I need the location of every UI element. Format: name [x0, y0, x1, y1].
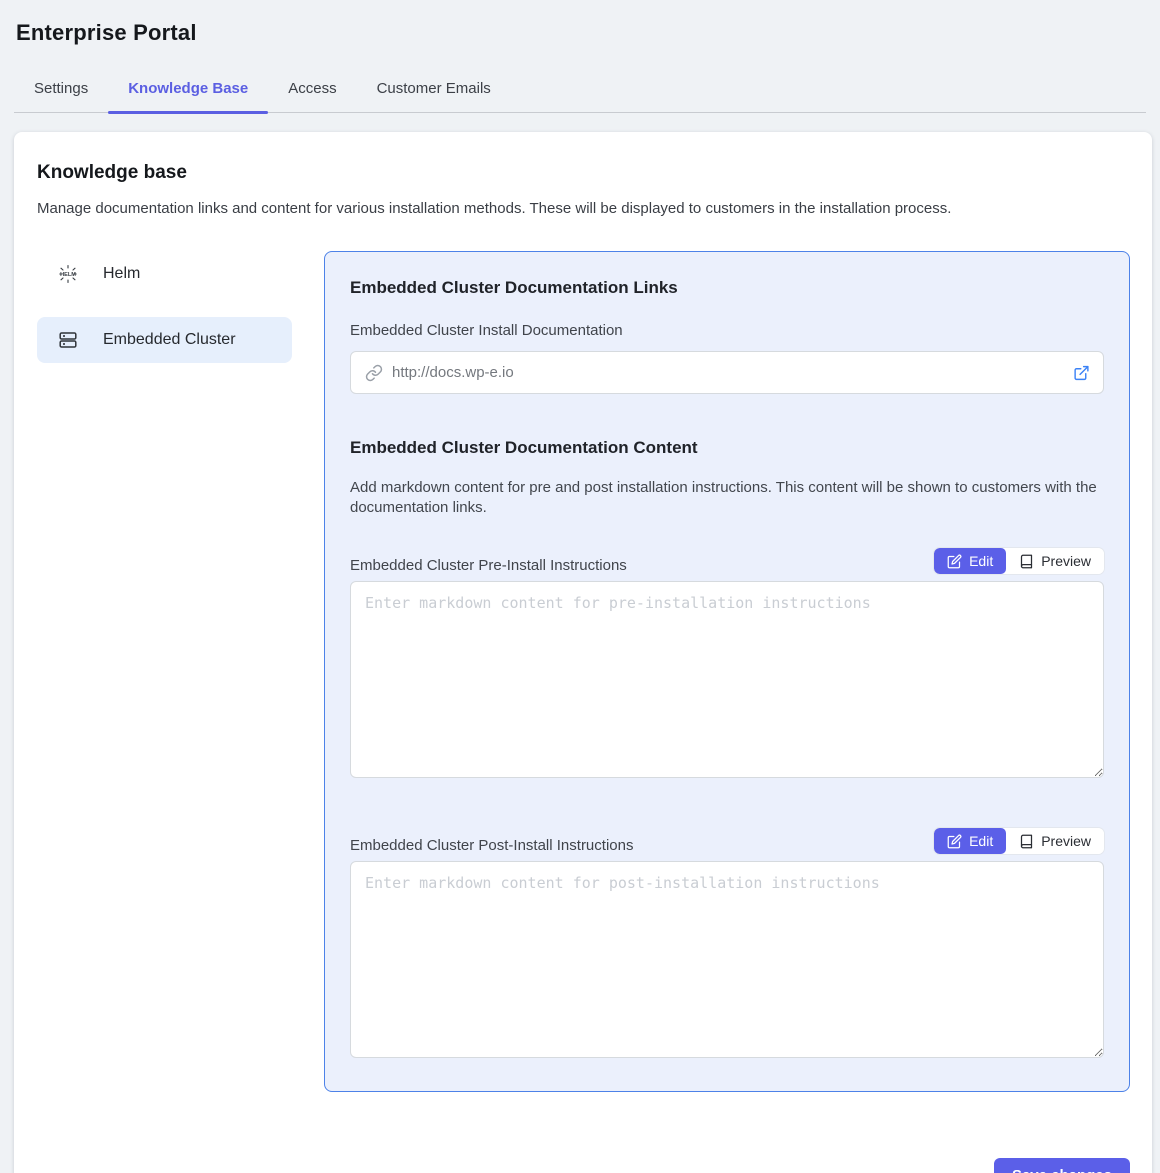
- server-stack-icon: [58, 330, 78, 350]
- page-header: Enterprise Portal Settings Knowledge Bas…: [0, 0, 1160, 113]
- tab-bar: Settings Knowledge Base Access Customer …: [14, 70, 1146, 113]
- post-install-preview-button[interactable]: Preview: [1006, 828, 1104, 854]
- save-changes-button[interactable]: Save changes: [994, 1158, 1130, 1173]
- install-method-sidebar: HELM Helm Embedded Cluster: [37, 251, 292, 383]
- book-icon: [1019, 834, 1034, 849]
- sidebar-item-helm[interactable]: HELM Helm: [37, 251, 292, 297]
- pre-install-preview-button[interactable]: Preview: [1006, 548, 1104, 574]
- sidebar-item-label: Helm: [103, 265, 140, 283]
- svg-text:HELM: HELM: [60, 272, 76, 278]
- section-title: Knowledge base: [37, 162, 1130, 184]
- content-section-description: Add markdown content for pre and post in…: [350, 478, 1104, 518]
- edit-pencil-icon: [947, 554, 962, 569]
- helm-logo-icon: HELM: [58, 264, 78, 284]
- tab-knowledge-base[interactable]: Knowledge Base: [108, 70, 268, 112]
- post-install-label: Embedded Cluster Post-Install Instructio…: [350, 837, 633, 854]
- post-install-edit-button[interactable]: Edit: [934, 828, 1006, 854]
- pre-install-edit-button[interactable]: Edit: [934, 548, 1006, 574]
- tab-settings[interactable]: Settings: [14, 70, 108, 112]
- links-section-title: Embedded Cluster Documentation Links: [350, 278, 1104, 298]
- install-doc-field: [350, 351, 1104, 394]
- knowledge-base-card: Knowledge base Manage documentation link…: [14, 132, 1152, 1173]
- edit-pencil-icon: [947, 834, 962, 849]
- page-title: Enterprise Portal: [16, 20, 1146, 46]
- tab-customer-emails[interactable]: Customer Emails: [357, 70, 511, 112]
- sidebar-item-label: Embedded Cluster: [103, 331, 236, 349]
- embedded-cluster-panel: Embedded Cluster Documentation Links Emb…: [324, 251, 1130, 1092]
- post-install-mode-toggle: Edit Preview: [934, 828, 1104, 854]
- install-doc-url-input[interactable]: [350, 351, 1104, 394]
- tab-access[interactable]: Access: [268, 70, 356, 112]
- sidebar-item-embedded-cluster[interactable]: Embedded Cluster: [37, 317, 292, 363]
- pre-install-label: Embedded Cluster Pre-Install Instruction…: [350, 557, 627, 574]
- link-icon: [365, 364, 383, 382]
- pre-install-mode-toggle: Edit Preview: [934, 548, 1104, 574]
- content-section-title: Embedded Cluster Documentation Content: [350, 438, 1104, 458]
- book-icon: [1019, 554, 1034, 569]
- external-link-icon[interactable]: [1073, 364, 1090, 381]
- install-doc-label: Embedded Cluster Install Documentation: [350, 322, 1104, 339]
- pre-install-textarea[interactable]: [350, 581, 1104, 778]
- post-install-textarea[interactable]: [350, 861, 1104, 1058]
- section-subtitle: Manage documentation links and content f…: [37, 200, 1130, 217]
